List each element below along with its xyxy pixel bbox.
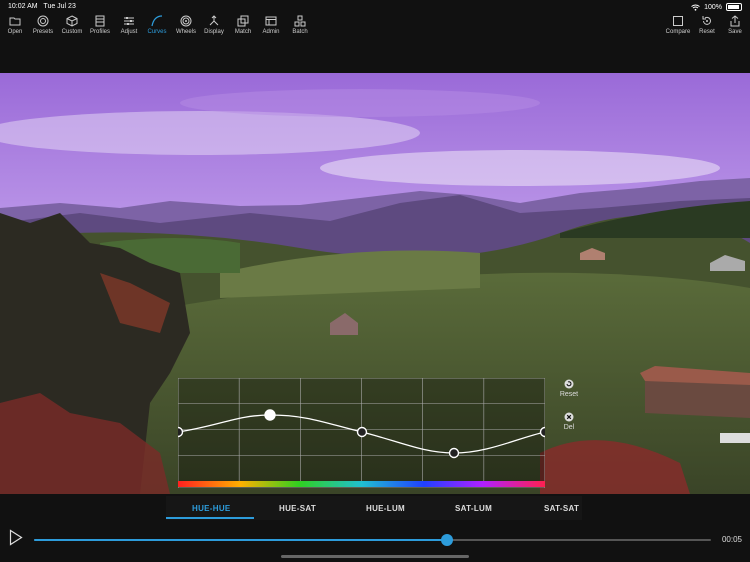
playback-bar: 00:05 xyxy=(0,520,750,562)
match-icon xyxy=(237,15,249,27)
tool-batch[interactable]: Batch xyxy=(286,15,314,35)
tool-custom[interactable]: Custom xyxy=(58,15,86,35)
active-tab-indicator xyxy=(166,517,254,519)
tab-hue-lum[interactable]: HUE-LUM xyxy=(366,504,405,513)
status-time: 10:02 AM Tue Jul 23 xyxy=(8,3,76,10)
tab-sat-sat[interactable]: SAT-SAT xyxy=(544,504,579,513)
reset-icon xyxy=(564,379,574,389)
share-icon xyxy=(730,15,740,27)
tool-reset[interactable]: Reset xyxy=(693,15,721,35)
hue-curve-editor[interactable] xyxy=(172,377,551,489)
delete-icon xyxy=(564,412,574,422)
scrubber-track[interactable] xyxy=(34,534,711,546)
wifi-icon xyxy=(691,4,700,11)
tool-wheels[interactable]: Wheels xyxy=(172,15,200,35)
tool-save[interactable]: Save xyxy=(721,15,749,35)
display-icon xyxy=(209,15,219,26)
battery-icon xyxy=(726,3,742,11)
curve-control-point[interactable] xyxy=(356,426,368,438)
tool-admin[interactable]: Admin xyxy=(257,15,285,35)
curve-icon xyxy=(151,15,163,27)
timecode: 00:05 xyxy=(721,535,742,544)
tool-match[interactable]: Match xyxy=(229,15,257,35)
tool-profiles[interactable]: Profiles xyxy=(86,15,114,35)
wheels-icon xyxy=(180,15,192,27)
curve-control-point[interactable] xyxy=(539,426,551,438)
curve-control-point[interactable] xyxy=(264,409,276,421)
tab-hue-hue[interactable]: HUE-HUE xyxy=(192,504,231,513)
tool-presets[interactable]: Presets xyxy=(29,15,57,35)
curve-graph[interactable] xyxy=(172,377,551,489)
tab-sat-lum[interactable]: SAT-LUM xyxy=(455,504,492,513)
sliders-icon xyxy=(124,17,134,25)
home-indicator xyxy=(281,555,469,558)
tab-hue-sat[interactable]: HUE-SAT xyxy=(279,504,316,513)
curve-control-point[interactable] xyxy=(172,426,184,438)
batch-icon xyxy=(294,15,306,27)
folder-icon xyxy=(9,17,21,26)
hue-spectrum-bar xyxy=(178,481,545,487)
tool-adjust[interactable]: Adjust xyxy=(115,15,143,35)
tool-display[interactable]: Display xyxy=(200,15,228,35)
scrubber-progress xyxy=(34,539,447,541)
reset-icon xyxy=(702,16,711,25)
play-icon[interactable] xyxy=(9,529,23,546)
cube-icon xyxy=(66,15,78,27)
curve-control-point[interactable] xyxy=(448,447,460,459)
tool-open[interactable]: Open xyxy=(1,15,29,35)
tool-compare[interactable]: Compare xyxy=(664,15,692,35)
curve-reset-button[interactable]: Reset xyxy=(554,379,584,398)
status-right: 100% xyxy=(691,3,742,11)
tool-curves[interactable]: Curves xyxy=(143,15,171,35)
scrubber-handle[interactable] xyxy=(440,534,453,546)
battery-percent: 100% xyxy=(704,3,722,11)
admin-icon xyxy=(265,16,277,26)
status-bar: 10:02 AM Tue Jul 23 100% xyxy=(0,0,750,13)
presets-icon xyxy=(37,15,49,27)
curve-delete-button[interactable]: Del xyxy=(554,412,584,431)
compare-icon xyxy=(673,16,683,26)
top-toolbar: Open Presets Custom Profiles Adjust Curv… xyxy=(0,13,750,43)
profiles-icon xyxy=(95,15,105,27)
